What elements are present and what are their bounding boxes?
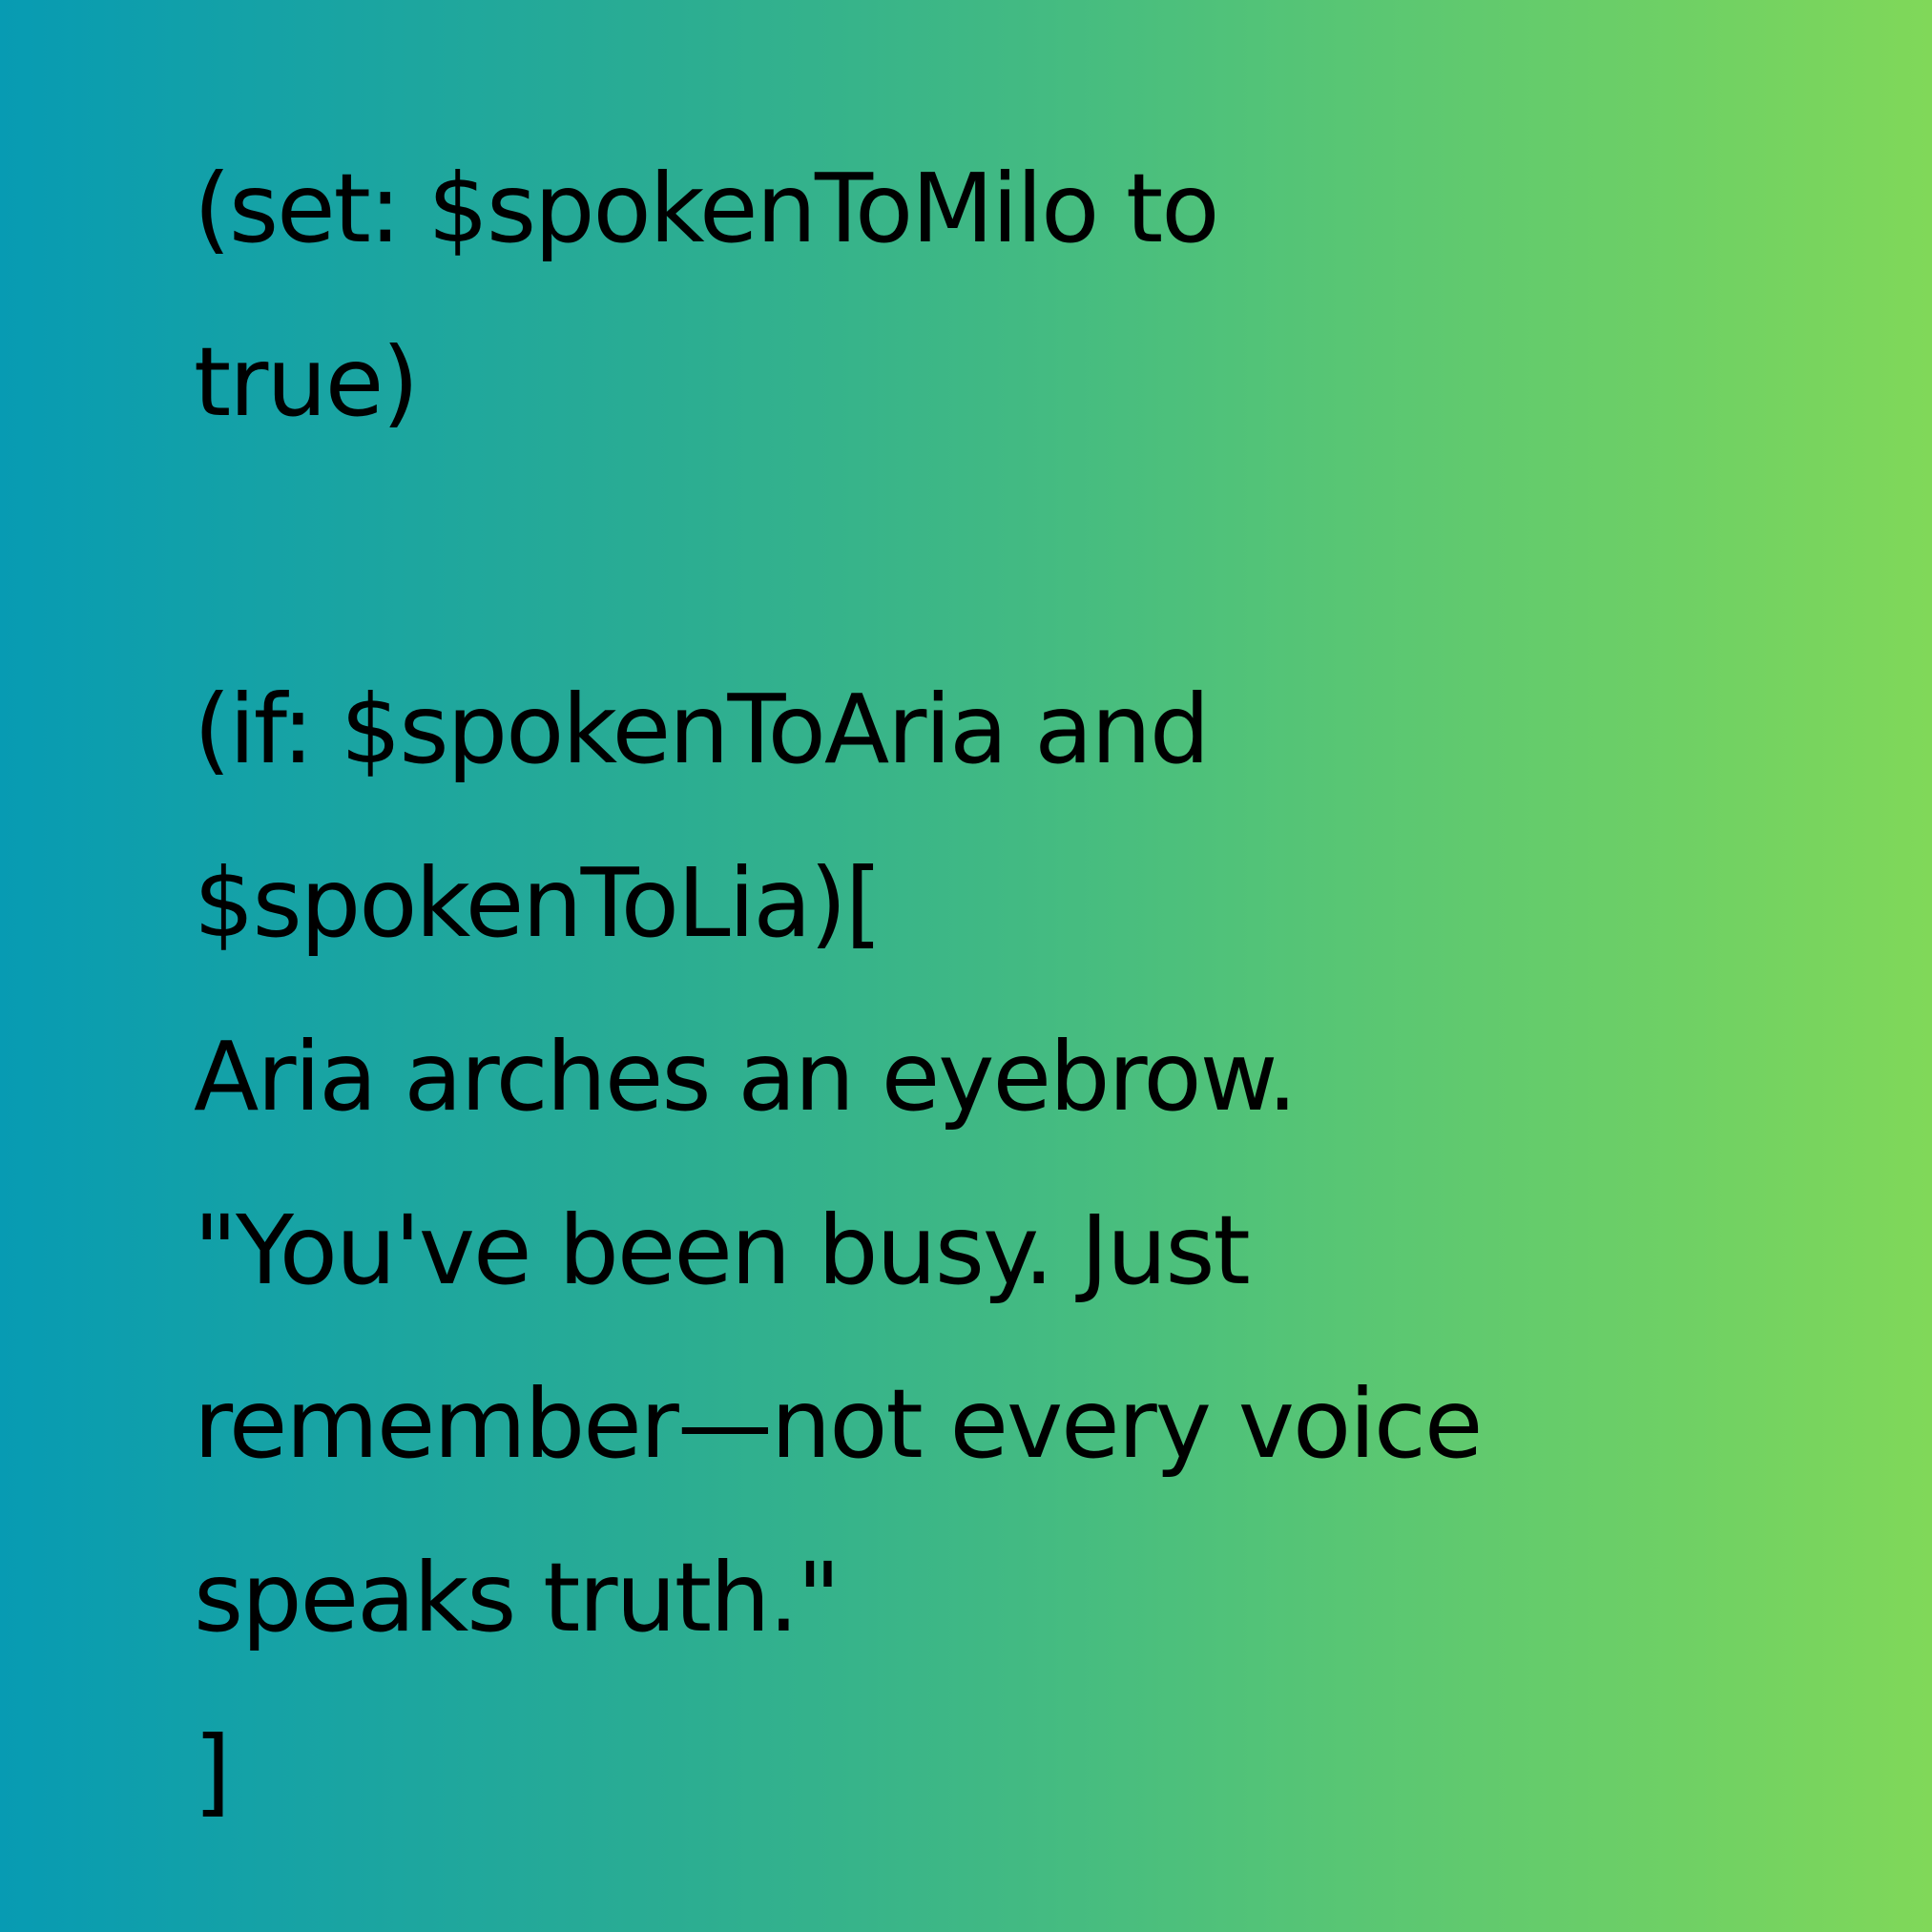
hook-close-line: ] xyxy=(194,1715,231,1827)
if-macro-line-1: (if: $spokenToAria and xyxy=(194,674,1210,785)
passage-card: (set: $spokenToMilo to true) (if: $spoke… xyxy=(0,0,1932,1932)
narration-line: Aria arches an eyebrow. xyxy=(194,1021,1298,1132)
dialogue-line-2: remember—not every voice xyxy=(194,1368,1483,1480)
dialogue-line-3: speaks truth." xyxy=(194,1542,841,1653)
passage-text: (set: $spokenToMilo to true) (if: $spoke… xyxy=(194,122,1797,1859)
set-macro-line-1: (set: $spokenToMilo to xyxy=(194,153,1219,264)
set-macro-line-2: true) xyxy=(194,326,419,438)
dialogue-line-1: "You've been busy. Just xyxy=(194,1195,1251,1306)
if-macro-line-2: $spokenToLia)[ xyxy=(194,847,883,959)
